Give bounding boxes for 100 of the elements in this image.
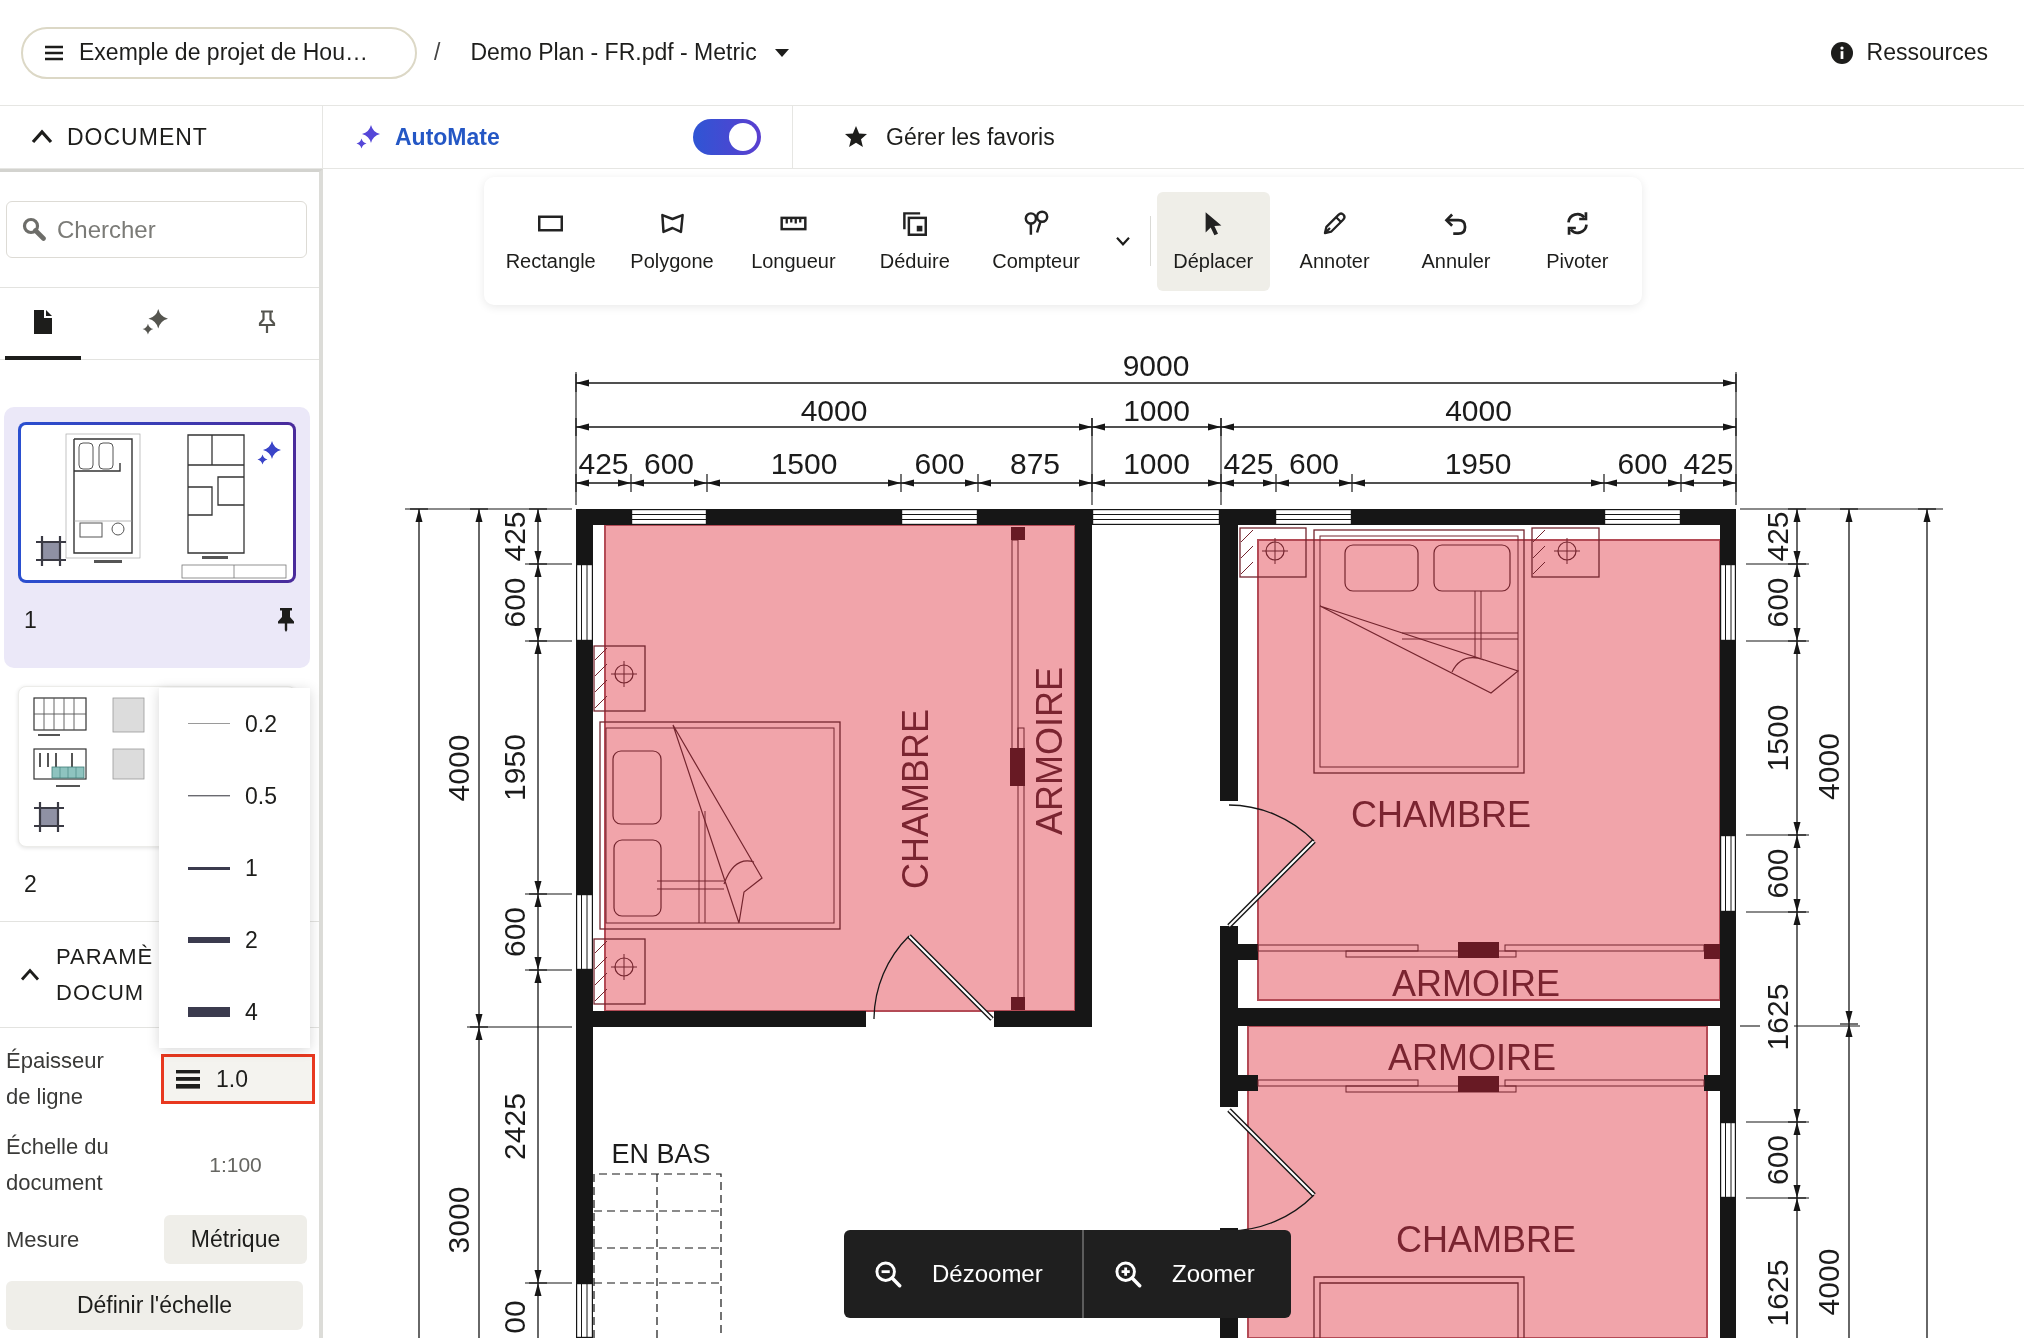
line-width-select[interactable]: 1.0	[161, 1054, 315, 1104]
grid-square-icon	[36, 536, 66, 566]
dimension-label: 425	[497, 511, 531, 562]
dimension-label: 4000	[441, 734, 475, 802]
scale-value: 1:100	[208, 1153, 263, 1177]
tool-button[interactable]: Déduire	[857, 191, 973, 291]
dimension-label: 2425	[497, 1093, 531, 1160]
dimension-label: 600	[1288, 446, 1340, 480]
line-icon	[188, 723, 230, 725]
star-icon	[844, 125, 868, 149]
zoom-out-icon	[874, 1260, 902, 1288]
extension-line	[1745, 1197, 1810, 1199]
room-label: CHAMBRE	[1351, 793, 1531, 835]
dimension-label: 600	[1617, 446, 1668, 480]
dimension-label: 4000	[1445, 393, 1512, 427]
room-label: CHAMBRE	[1396, 1218, 1576, 1260]
tool-button[interactable]: Longueur	[735, 191, 852, 291]
extension-line	[524, 640, 573, 642]
line-icon	[188, 866, 230, 870]
dimension-label: 875	[1009, 446, 1061, 480]
line-icon	[188, 795, 230, 797]
room-label: ARMOIRE	[1392, 962, 1560, 1004]
zoom-in-button[interactable]: Zoomer	[1082, 1230, 1291, 1318]
dimension-label: 600	[497, 906, 531, 958]
chevron-down-icon	[1113, 235, 1132, 247]
zoom-out-button[interactable]: Dézoomer	[844, 1230, 1082, 1318]
pen-icon	[1321, 209, 1349, 237]
menu-icon	[45, 44, 63, 61]
dimension-label: 425	[1760, 511, 1794, 562]
page-number: 1	[24, 606, 37, 634]
extension-line	[1793, 1025, 1861, 1027]
tool-button[interactable]: Polygone	[614, 191, 730, 291]
sparkle-icon	[356, 125, 380, 149]
dimension-label: 425	[578, 446, 629, 480]
dimension-label: 1500	[770, 446, 838, 480]
extension-line	[1745, 563, 1810, 565]
dimension-label: 600	[497, 577, 531, 628]
tool-button[interactable]: Annuler	[1399, 191, 1513, 291]
extension-line	[1745, 911, 1810, 913]
page-number: 2	[24, 870, 37, 898]
document-panel-toggle[interactable]: DOCUMENT	[0, 106, 323, 168]
dimension-label: 600	[1760, 848, 1794, 899]
dimension-label: 425	[1683, 446, 1734, 480]
overlapping-squares-icon	[901, 209, 929, 237]
file-icon	[33, 310, 53, 334]
tool-button[interactable]: Pivoter	[1520, 191, 1634, 291]
tool-button[interactable]: Annoter	[1277, 191, 1392, 291]
zoom-in-icon	[1114, 1260, 1142, 1288]
room-label: ARMOIRE	[1388, 1036, 1556, 1078]
dimension-label: 1625	[1760, 983, 1794, 1051]
dimension-label: 9000	[1122, 348, 1190, 382]
dimension-label: 1000	[1123, 446, 1190, 480]
set-scale-button[interactable]: Définir l'échelle	[6, 1281, 303, 1330]
menu-option[interactable]: 0.5	[159, 760, 310, 832]
menu-option[interactable]: 4	[159, 976, 310, 1048]
page-card[interactable]: 1	[4, 407, 310, 668]
tool-button[interactable]: Compteur	[978, 191, 1094, 291]
room-label: CHAMBRE	[894, 709, 936, 889]
dimension-label: 1500	[1760, 704, 1794, 772]
tool-button[interactable]: Rectangle	[493, 191, 609, 291]
grid-square-icon	[34, 802, 64, 832]
extension-line	[1739, 1025, 1761, 1027]
line-weight-icon	[176, 1069, 200, 1089]
automate-label: AutoMate	[395, 123, 500, 151]
tool-button[interactable]: Déplacer	[1156, 191, 1270, 291]
dimension-label: 600	[1760, 577, 1794, 628]
info-icon	[1830, 41, 1853, 64]
dimension-label: 600	[1760, 1134, 1794, 1186]
dimension-label: 3000	[441, 1186, 475, 1254]
stairs-label: EN BAS	[611, 1139, 711, 1169]
favorites-button[interactable]: Gérer les favoris	[793, 106, 1055, 168]
dimension-label: 1950	[1444, 446, 1512, 480]
automate-toggle[interactable]	[693, 119, 761, 155]
dimension-label: 1000	[1123, 393, 1190, 427]
pushpin-icon	[257, 310, 277, 334]
menu-option[interactable]: 1	[159, 832, 310, 904]
extension-line	[524, 969, 573, 971]
pin-pair-icon	[1022, 209, 1050, 237]
field-label: Mesure	[6, 1225, 81, 1254]
search-field[interactable]: Chercher	[6, 201, 307, 258]
sparkle-icon	[142, 309, 168, 335]
dimension-label: 600	[643, 446, 695, 480]
nightstand	[1239, 527, 1307, 578]
extension-line	[524, 893, 573, 895]
breadcrumb-separator: /	[434, 39, 441, 66]
extension-line	[1745, 1121, 1810, 1123]
extension-line	[1745, 640, 1810, 642]
dimension-label: 1625	[1760, 1259, 1794, 1327]
menu-option[interactable]: 2	[159, 904, 310, 976]
search-icon	[22, 217, 46, 241]
dimension-label: 600	[914, 446, 965, 480]
dimension-label: 1950	[497, 734, 531, 801]
document-menu-button[interactable]: Demo Plan - FR.pdf - Metric	[470, 39, 789, 66]
nightstand	[593, 938, 646, 1005]
menu-option[interactable]: 0.2	[159, 688, 310, 760]
measure-system-button[interactable]: Métrique	[164, 1215, 307, 1264]
resources-button[interactable]: Ressources	[1830, 39, 1988, 66]
dimension-label: 00	[497, 1300, 531, 1334]
project-menu-button[interactable]: Exemple de projet de Hou…	[21, 26, 417, 79]
extension-line	[1745, 834, 1810, 836]
